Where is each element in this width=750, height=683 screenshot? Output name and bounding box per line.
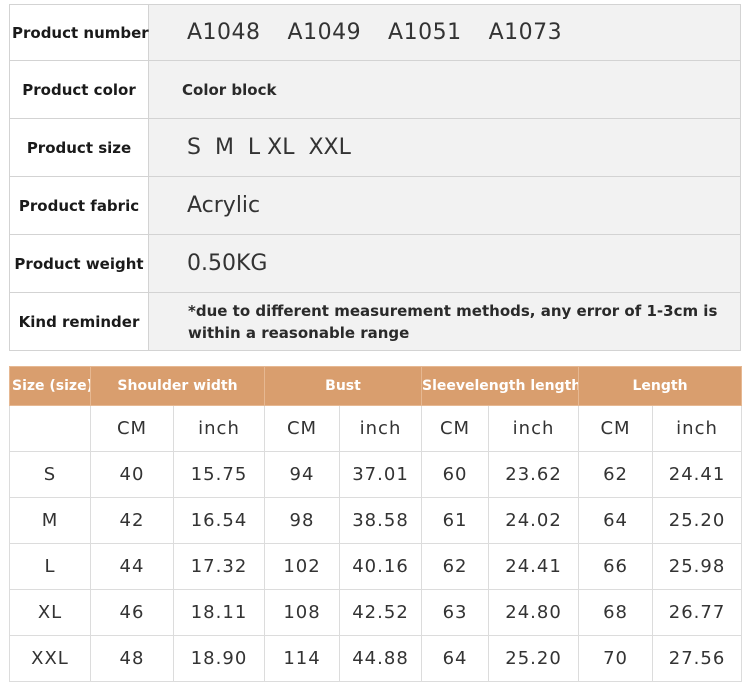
value-cell: 17.32: [173, 543, 265, 590]
unit-cell: CM: [578, 405, 654, 452]
value-cell: 44: [90, 543, 174, 590]
value-cell: 24.41: [652, 451, 743, 498]
value-cell: 38.58: [338, 497, 423, 544]
unit-cell: CM: [264, 405, 340, 452]
value-cell: 108: [264, 589, 340, 636]
value-cell: 24.41: [488, 543, 580, 590]
info-row-product-weight: Product weight 0.50KG: [9, 234, 741, 293]
size-cell: L: [9, 543, 91, 590]
unit-cell: CM: [90, 405, 174, 452]
info-row-product-size: Product size S M L XL XXL: [9, 118, 741, 177]
value-cell: 18.90: [173, 635, 265, 682]
value-cell: 102: [264, 543, 340, 590]
value-cell: 24.80: [488, 589, 580, 636]
value-cell: 40: [90, 451, 174, 498]
info-label: Product fabric: [9, 176, 149, 235]
value-cell: 48: [90, 635, 174, 682]
size-chart-header-row: Size (size) Shoulder width Bust Sleevele…: [9, 366, 743, 406]
value-cell: 98: [264, 497, 340, 544]
value-cell: 25.98: [652, 543, 743, 590]
value-cell: 16.54: [173, 497, 265, 544]
size-cell: XL: [9, 589, 91, 636]
value-cell: 42.52: [338, 589, 423, 636]
table-row: XL 46 18.11 108 42.52 63 24.80 68 26.77: [9, 589, 743, 636]
value-cell: 64: [421, 635, 490, 682]
header-length: Length: [578, 366, 743, 406]
info-row-product-color: Product color Color block: [9, 60, 741, 119]
kind-reminder-value: *due to different measurement methods, a…: [148, 292, 741, 351]
size-cell: M: [9, 497, 91, 544]
value-cell: 62: [421, 543, 490, 590]
units-row: CM inch CM inch CM inch CM inch: [9, 405, 743, 452]
info-label: Kind reminder: [9, 292, 149, 351]
value-cell: 24.02: [488, 497, 580, 544]
table-row: L 44 17.32 102 40.16 62 24.41 66 25.98: [9, 543, 743, 590]
value-cell: 27.56: [652, 635, 743, 682]
unit-cell: CM: [421, 405, 490, 452]
size-cell: XXL: [9, 635, 91, 682]
value-cell: 68: [578, 589, 654, 636]
value-cell: 94: [264, 451, 340, 498]
info-row-product-fabric: Product fabric Acrylic: [9, 176, 741, 235]
value-cell: 25.20: [488, 635, 580, 682]
info-label: Product number: [9, 4, 149, 61]
size-cell: S: [9, 451, 91, 498]
value-cell: 62: [578, 451, 654, 498]
unit-cell: inch: [173, 405, 265, 452]
product-color-value: Color block: [148, 60, 741, 119]
value-cell: 114: [264, 635, 340, 682]
value-cell: 26.77: [652, 589, 743, 636]
value-cell: 37.01: [338, 451, 423, 498]
info-label: Product weight: [9, 234, 149, 293]
value-cell: 63: [421, 589, 490, 636]
product-size-value: S M L XL XXL: [148, 118, 741, 177]
value-cell: 61: [421, 497, 490, 544]
info-row-kind-reminder: Kind reminder *due to different measurem…: [9, 292, 741, 351]
value-cell: 23.62: [488, 451, 580, 498]
table-row: M 42 16.54 98 38.58 61 24.02 64 25.20: [9, 497, 743, 544]
header-size: Size (size): [9, 366, 91, 406]
info-label: Product color: [9, 60, 149, 119]
size-chart-table: Size (size) Shoulder width Bust Sleevele…: [9, 366, 743, 682]
value-cell: 60: [421, 451, 490, 498]
header-sleeve-length: Sleevelength length: [421, 366, 580, 406]
value-cell: 66: [578, 543, 654, 590]
units-blank-cell: [9, 405, 91, 452]
value-cell: 18.11: [173, 589, 265, 636]
product-info-table: Product number A1048 A1049 A1051 A1073 P…: [9, 4, 741, 351]
value-cell: 70: [578, 635, 654, 682]
unit-cell: inch: [338, 405, 423, 452]
product-fabric-value: Acrylic: [148, 176, 741, 235]
table-row: S 40 15.75 94 37.01 60 23.62 62 24.41: [9, 451, 743, 498]
unit-cell: inch: [488, 405, 580, 452]
value-cell: 44.88: [338, 635, 423, 682]
info-row-product-number: Product number A1048 A1049 A1051 A1073: [9, 4, 741, 61]
value-cell: 46: [90, 589, 174, 636]
table-row: XXL 48 18.90 114 44.88 64 25.20 70 27.56: [9, 635, 743, 682]
product-number-value: A1048 A1049 A1051 A1073: [148, 4, 741, 61]
value-cell: 15.75: [173, 451, 265, 498]
header-bust: Bust: [263, 366, 423, 406]
info-label: Product size: [9, 118, 149, 177]
value-cell: 40.16: [338, 543, 423, 590]
header-shoulder-width: Shoulder width: [90, 366, 265, 406]
value-cell: 42: [90, 497, 174, 544]
unit-cell: inch: [652, 405, 743, 452]
product-weight-value: 0.50KG: [148, 234, 741, 293]
value-cell: 64: [578, 497, 654, 544]
value-cell: 25.20: [652, 497, 743, 544]
